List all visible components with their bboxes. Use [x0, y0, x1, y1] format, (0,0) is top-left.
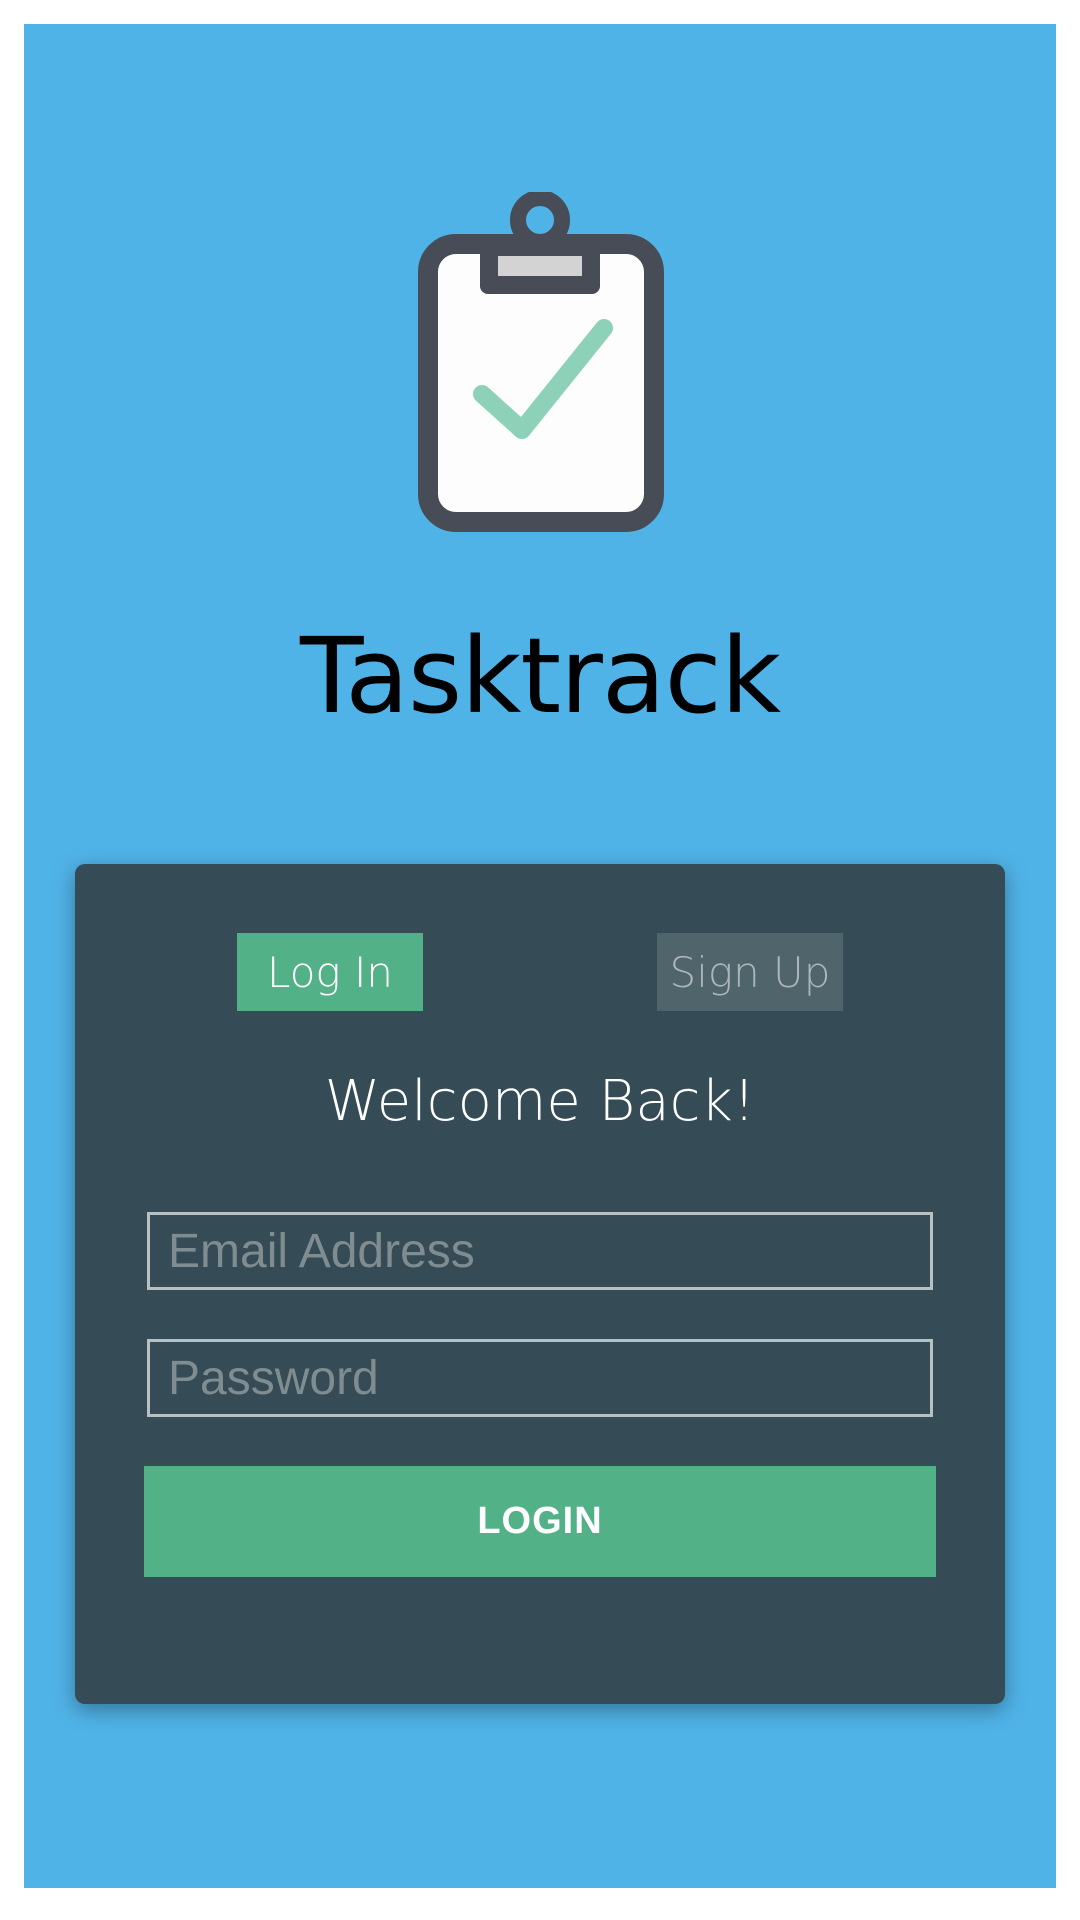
login-card: Log In Sign Up Welcome Back! LOGIN: [75, 864, 1005, 1704]
tab-log-in[interactable]: Log In: [237, 933, 423, 1011]
app-title: Tasktrack: [299, 615, 781, 737]
login-button[interactable]: LOGIN: [144, 1466, 936, 1577]
welcome-heading: Welcome Back!: [324, 1069, 756, 1134]
login-screen: Tasktrack Log In Sign Up Welcome Back! L…: [24, 24, 1056, 1888]
email-field[interactable]: [147, 1212, 933, 1290]
password-field[interactable]: [147, 1339, 933, 1417]
logo-area: [24, 24, 1056, 544]
clipboard-check-icon: [418, 192, 664, 532]
tab-sign-up[interactable]: Sign Up: [657, 933, 843, 1011]
